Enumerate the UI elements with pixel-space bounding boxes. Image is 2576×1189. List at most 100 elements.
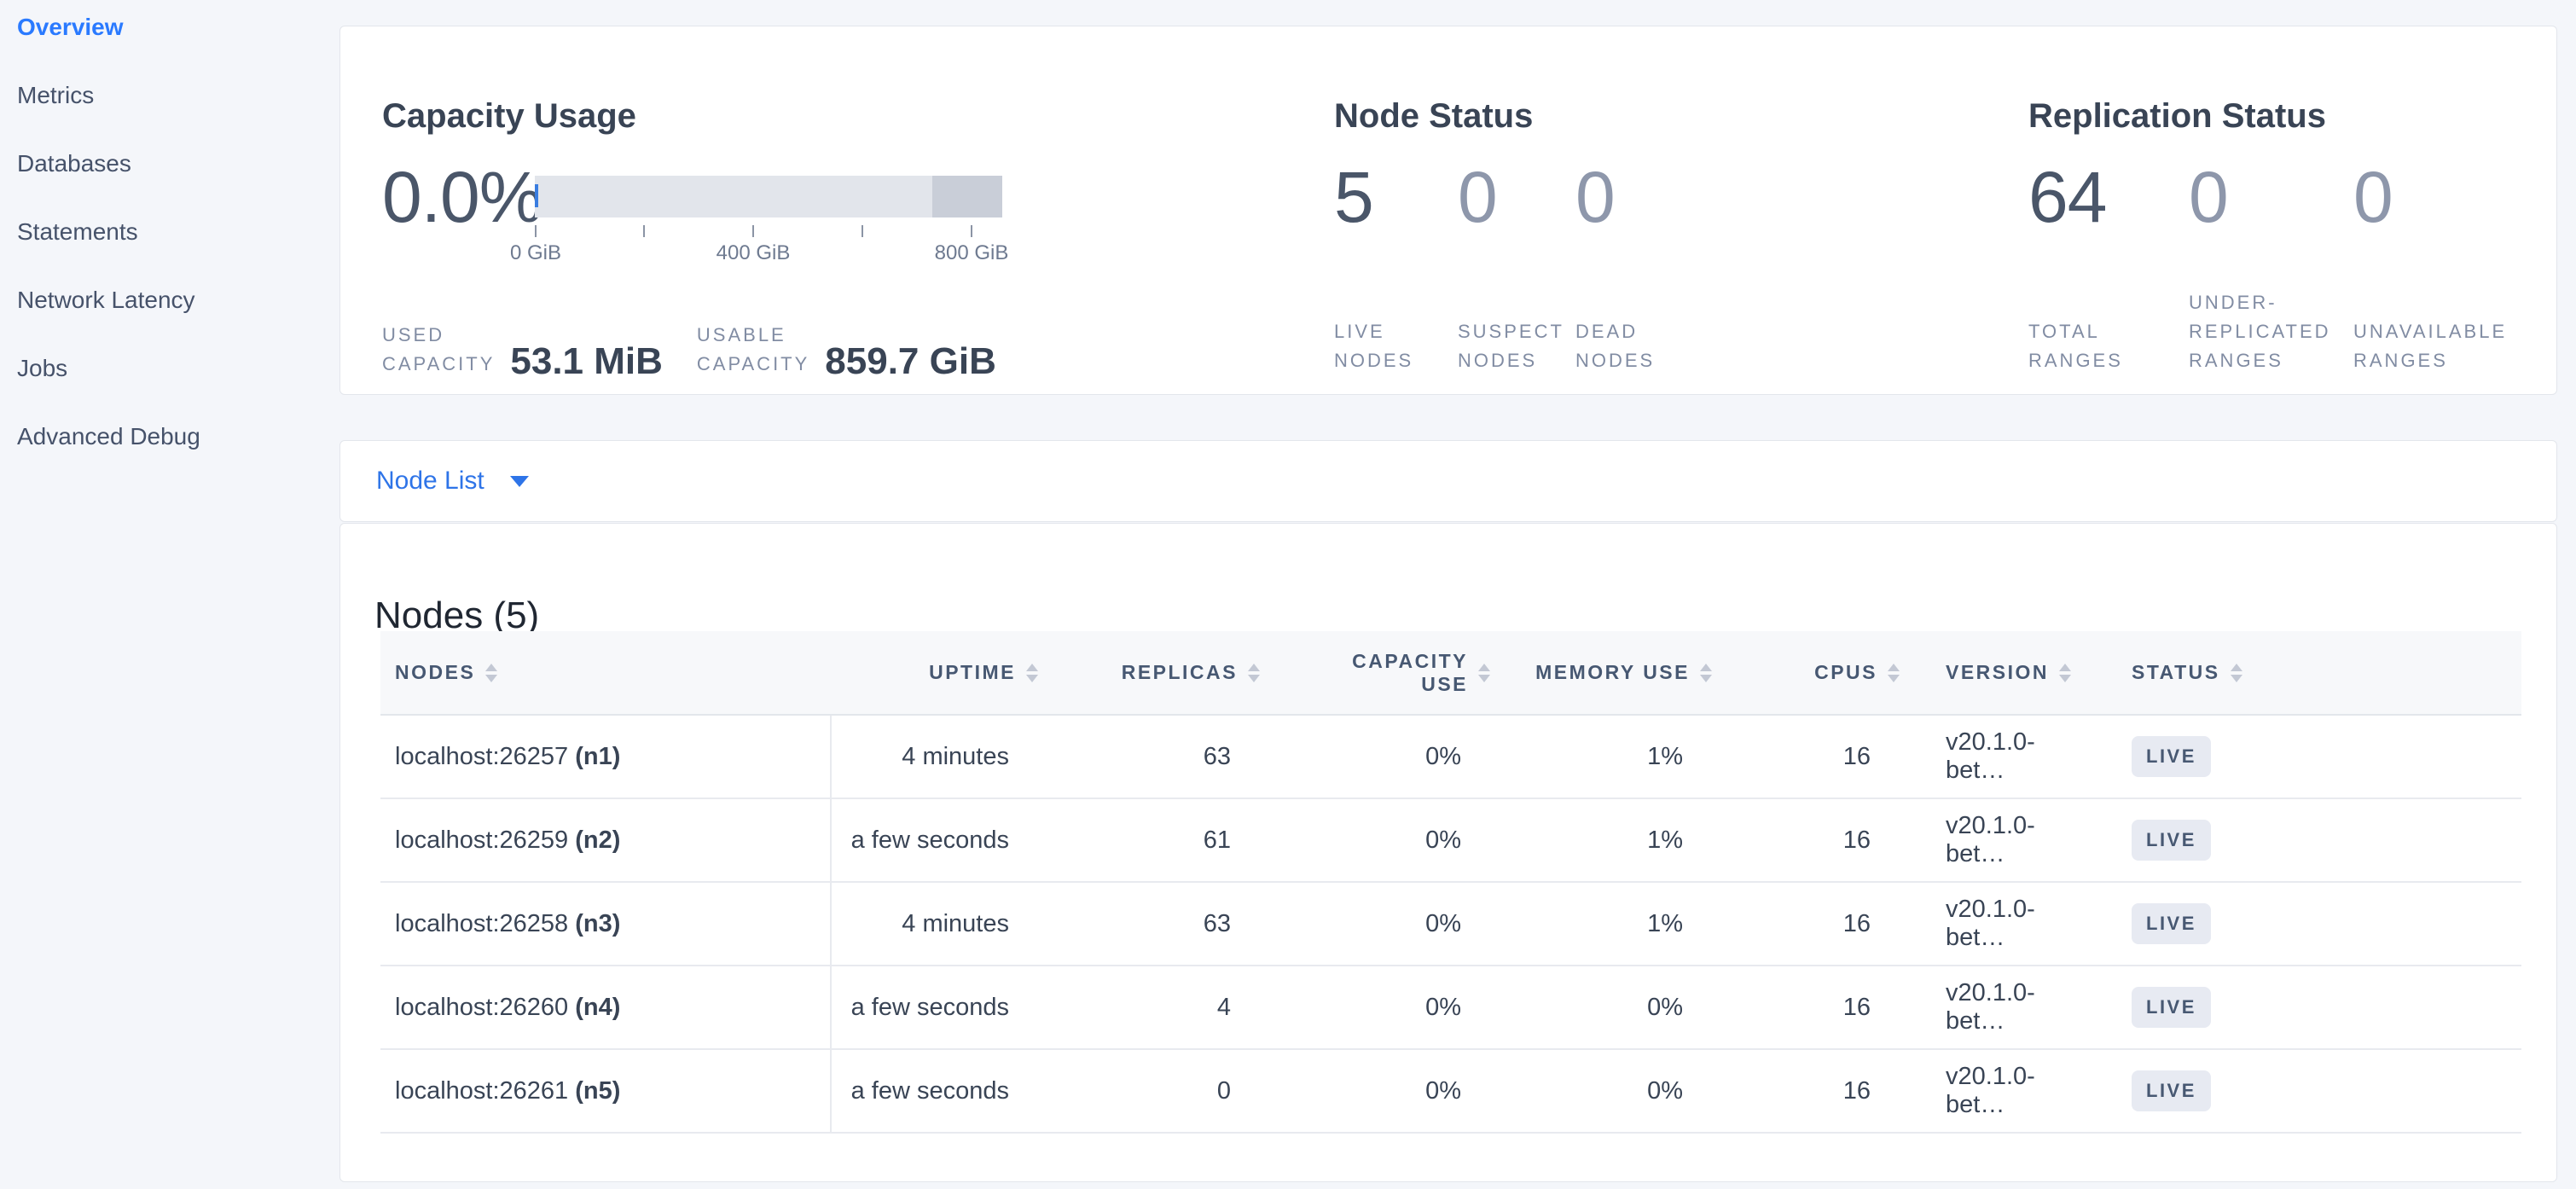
memory-use-cell: 1% (1502, 798, 1724, 882)
live-nodes-label: LIVE NODES (1334, 317, 1413, 375)
sidebar-item-jobs[interactable]: Jobs (17, 350, 67, 387)
table-row: localhost:26258 (n3) 4 minutes 63 0% 1% … (380, 882, 2521, 966)
suspect-nodes-count: 0 (1458, 154, 1497, 240)
sort-icon (485, 664, 497, 682)
version-cell: v20.1.0-bet… (1912, 882, 2091, 966)
usable-capacity-label: USABLE CAPACITY (697, 321, 809, 379)
uptime-cell: 4 minutes (831, 882, 1050, 966)
uptime-cell: a few seconds (831, 1049, 1050, 1133)
status-cell: LIVE (2091, 882, 2521, 966)
sort-icon (2231, 664, 2242, 682)
node-id: (n1) (575, 743, 620, 770)
capacity-axis-tick (643, 225, 645, 237)
status-cell: LIVE (2091, 1049, 2521, 1133)
node-id: (n4) (575, 994, 620, 1021)
table-row: localhost:26259 (n2) a few seconds 61 0%… (380, 798, 2521, 882)
node-list-card: Node List (339, 440, 2557, 522)
sidebar-item-advanced-debug[interactable]: Advanced Debug (17, 418, 200, 455)
node-address-cell[interactable]: localhost:26257 (n1) (380, 715, 831, 798)
status-badge: LIVE (2132, 1070, 2211, 1111)
sort-icon (1478, 664, 1490, 682)
column-header-label: CAPACITY USE (1340, 650, 1468, 696)
capacity-axis-tick (971, 225, 972, 237)
usable-capacity-value: 859.7 GiB (825, 341, 996, 382)
memory-use-cell: 1% (1502, 715, 1724, 798)
table-header-row: NODES UPTIME REPLICAS CAPACITY USE MEMOR… (380, 631, 2521, 715)
sort-icon (1248, 664, 1260, 682)
uptime-cell: a few seconds (831, 798, 1050, 882)
node-address-cell[interactable]: localhost:26261 (n5) (380, 1049, 831, 1133)
node-address[interactable]: localhost:26259 (395, 826, 568, 854)
table-row: localhost:26260 (n4) a few seconds 4 0% … (380, 966, 2521, 1049)
status-badge: LIVE (2132, 903, 2211, 944)
version-cell: v20.1.0-bet… (1912, 715, 2091, 798)
node-id: (n5) (575, 1077, 620, 1105)
node-address-cell[interactable]: localhost:26258 (n3) (380, 882, 831, 966)
chevron-down-icon (510, 476, 529, 487)
node-address-cell[interactable]: localhost:26259 (n2) (380, 798, 831, 882)
sidebar-item-statements[interactable]: Statements (17, 213, 138, 251)
status-badge: LIVE (2132, 736, 2211, 777)
sort-icon (2059, 664, 2071, 682)
column-header-label: REPLICAS (1122, 661, 1238, 684)
column-header-uptime[interactable]: UPTIME (831, 631, 1050, 715)
sidebar-item-metrics[interactable]: Metrics (17, 77, 94, 114)
dead-nodes-count: 0 (1575, 154, 1615, 240)
column-header-memory-use[interactable]: MEMORY USE (1502, 631, 1724, 715)
capacity-use-cell: 0% (1272, 966, 1502, 1049)
table-row: localhost:26257 (n1) 4 minutes 63 0% 1% … (380, 715, 2521, 798)
total-ranges-count: 64 (2028, 154, 2106, 240)
replicas-cell: 63 (1050, 715, 1272, 798)
cpus-cell: 16 (1724, 798, 1912, 882)
total-ranges-label: TOTAL RANGES (2028, 317, 2123, 375)
status-badge: LIVE (2132, 987, 2211, 1028)
status-cell: LIVE (2091, 715, 2521, 798)
node-list-dropdown-label: Node List (376, 467, 484, 496)
dead-nodes-label: DEAD NODES (1575, 317, 1655, 375)
sidebar-item-network-latency[interactable]: Network Latency (17, 281, 195, 319)
sort-icon (1026, 664, 1038, 682)
replicas-cell: 63 (1050, 882, 1272, 966)
node-address[interactable]: localhost:26258 (395, 910, 568, 937)
used-capacity-value: 53.1 MiB (510, 341, 663, 382)
capacity-axis-label: 0 GiB (510, 241, 561, 265)
column-header-capacity-use[interactable]: CAPACITY USE (1272, 631, 1502, 715)
cpus-cell: 16 (1724, 1049, 1912, 1133)
capacity-use-cell: 0% (1272, 882, 1502, 966)
column-header-label: CPUS (1814, 661, 1877, 684)
capacity-bar-used-segment (535, 184, 538, 207)
cpus-cell: 16 (1724, 715, 1912, 798)
capacity-use-cell: 0% (1272, 1049, 1502, 1133)
db-console-overview-page: { "colors": { "accent_blue": "#2a7aff", … (0, 0, 2576, 1189)
node-list-dropdown[interactable]: Node List (376, 467, 529, 496)
status-badge: LIVE (2132, 820, 2211, 861)
node-address[interactable]: localhost:26257 (395, 743, 568, 770)
column-header-label: MEMORY USE (1535, 661, 1690, 684)
sidebar-item-overview[interactable]: Overview (17, 9, 124, 46)
column-header-label: UPTIME (929, 661, 1016, 684)
capacity-use-cell: 0% (1272, 798, 1502, 882)
column-header-version[interactable]: VERSION (1912, 631, 2091, 715)
replicas-cell: 4 (1050, 966, 1272, 1049)
status-cell: LIVE (2091, 798, 2521, 882)
column-header-nodes[interactable]: NODES (380, 631, 831, 715)
column-header-status[interactable]: STATUS (2091, 631, 2521, 715)
column-header-label: STATUS (2132, 661, 2220, 684)
node-address-cell[interactable]: localhost:26260 (n4) (380, 966, 831, 1049)
capacity-usage-title: Capacity Usage (382, 97, 636, 135)
column-header-cpus[interactable]: CPUS (1724, 631, 1912, 715)
column-header-label: VERSION (1946, 661, 2049, 684)
sidebar-item-databases[interactable]: Databases (17, 145, 131, 183)
memory-use-cell: 0% (1502, 1049, 1724, 1133)
uptime-cell: 4 minutes (831, 715, 1050, 798)
nodes-table: NODES UPTIME REPLICAS CAPACITY USE MEMOR… (380, 631, 2521, 1134)
version-cell: v20.1.0-bet… (1912, 798, 2091, 882)
node-address[interactable]: localhost:26261 (395, 1077, 568, 1105)
capacity-axis-tick (535, 225, 537, 237)
capacity-axis-label: 400 GiB (717, 241, 791, 265)
capacity-usage-bar (535, 176, 1002, 218)
capacity-axis-label: 800 GiB (935, 241, 1009, 265)
node-address[interactable]: localhost:26260 (395, 994, 568, 1021)
column-header-replicas[interactable]: REPLICAS (1050, 631, 1272, 715)
nodes-table-card: Nodes (5) NODES UPTIME REPLICAS (339, 523, 2557, 1182)
